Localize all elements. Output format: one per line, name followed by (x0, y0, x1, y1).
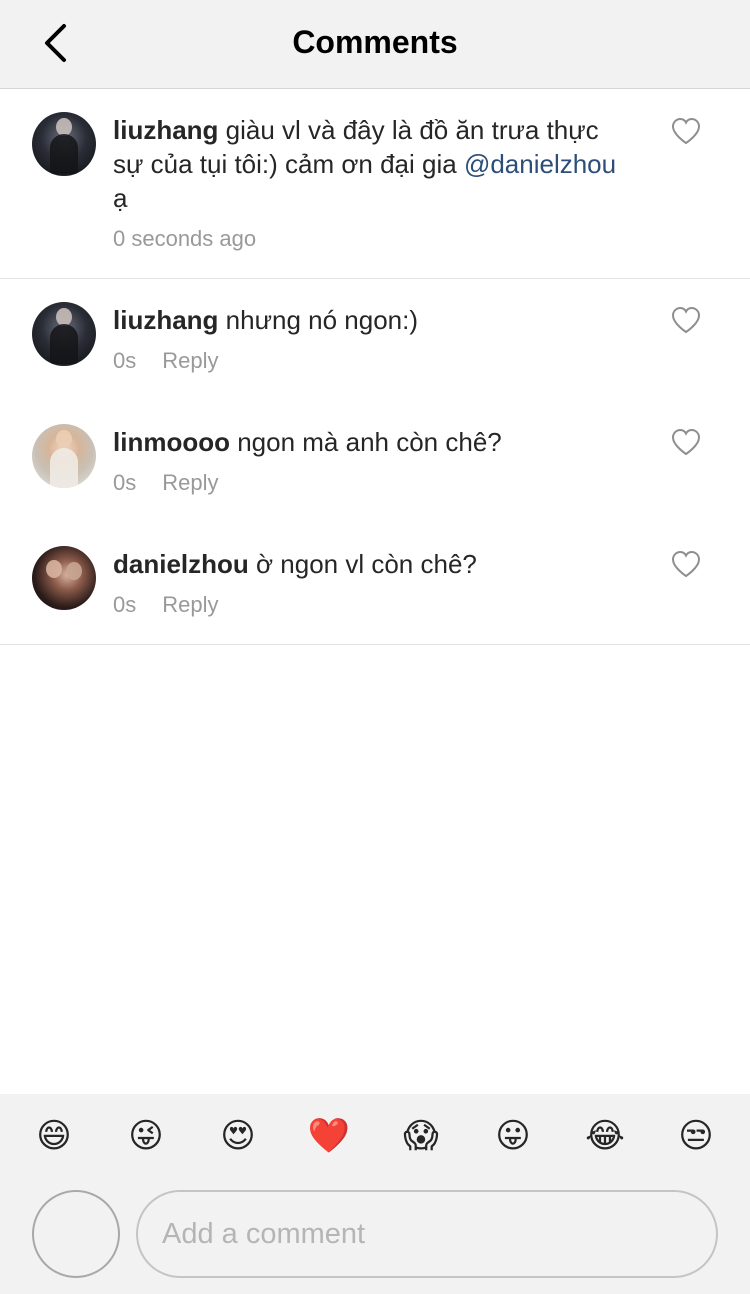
caption-body-end: ạ (113, 183, 128, 213)
comment-body: nhưng nó ngon:) (218, 305, 418, 335)
comment-body: ờ ngon vl còn chê? (248, 549, 477, 579)
avatar-body-shape (50, 324, 78, 364)
avatar-head-shape (46, 560, 62, 578)
heart-icon[interactable] (671, 306, 701, 334)
comment-item: liuzhang nhưng nó ngon:) 0s Reply (0, 280, 750, 390)
comment-item: danielzhou ờ ngon vl còn chê? 0s Reply (0, 524, 750, 634)
username[interactable]: liuzhang (113, 115, 218, 145)
comment-composer: 😄 😜 😍 ❤️ 😱 😛 😂 😒 (0, 1094, 750, 1294)
avatar[interactable] (32, 112, 96, 176)
comment-time: 0s (113, 470, 137, 495)
avatar-head-shape (56, 430, 72, 448)
comment-time: 0s (113, 348, 137, 373)
emoji-tongue-button[interactable]: 😛 (491, 1114, 535, 1158)
comment-meta: 0s Reply (113, 348, 219, 374)
reply-button[interactable]: Reply (162, 470, 218, 495)
header-bar: Comments (0, 0, 750, 89)
emoji-tears-of-joy-button[interactable]: 😂 (583, 1114, 627, 1158)
username[interactable]: danielzhou (113, 549, 249, 579)
comment-body: ngon mà anh còn chê? (229, 427, 502, 457)
emoji-winking-tongue-button[interactable]: 😜 (124, 1114, 168, 1158)
comment-item: linmoooo ngon mà anh còn chê? 0s Reply (0, 402, 750, 512)
avatar[interactable] (32, 424, 96, 488)
comment-text: linmoooo ngon mà anh còn chê? (113, 425, 633, 459)
comment-time: 0s (113, 592, 137, 617)
caption-text: liuzhang giàu vl và đây là đồ ăn trưa th… (113, 113, 633, 215)
comment-input[interactable] (136, 1190, 718, 1278)
avatar-body-shape (50, 448, 78, 488)
current-user-avatar (32, 1190, 120, 1278)
avatar[interactable] (32, 546, 96, 610)
reply-button[interactable]: Reply (162, 348, 218, 373)
comment-meta: 0s Reply (113, 592, 219, 618)
reply-button[interactable]: Reply (162, 592, 218, 617)
emoji-red-heart-button[interactable]: ❤️ (307, 1114, 351, 1158)
comment-meta: 0s Reply (113, 470, 219, 496)
avatar[interactable] (32, 302, 96, 366)
divider (0, 644, 750, 645)
avatar-head-shape (66, 562, 82, 580)
emoji-unamused-button[interactable]: 😒 (674, 1114, 718, 1158)
heart-icon[interactable] (671, 117, 701, 145)
heart-icon[interactable] (671, 428, 701, 456)
emoji-bar: 😄 😜 😍 ❤️ 😱 😛 😂 😒 (0, 1114, 750, 1164)
comment-text: danielzhou ờ ngon vl còn chê? (113, 547, 633, 581)
comment-text: liuzhang nhưng nó ngon:) (113, 303, 633, 337)
emoji-heart-eyes-button[interactable]: 😍 (216, 1114, 260, 1158)
emoji-screaming-button[interactable]: 😱 (399, 1114, 443, 1158)
caption-timestamp: 0 seconds ago (113, 226, 257, 251)
heart-icon[interactable] (671, 550, 701, 578)
comments-screen: Comments liuzhang giàu vl và đây là đồ ă… (0, 0, 750, 1294)
avatar-body-shape (50, 134, 78, 174)
emoji-grinning-button[interactable]: 😄 (32, 1114, 76, 1158)
username[interactable]: linmoooo (113, 427, 230, 457)
caption-comment: liuzhang giàu vl và đây là đồ ăn trưa th… (0, 90, 750, 279)
page-title: Comments (292, 24, 458, 60)
username[interactable]: liuzhang (113, 305, 218, 335)
mention-link[interactable]: @danielzhou (464, 149, 616, 179)
